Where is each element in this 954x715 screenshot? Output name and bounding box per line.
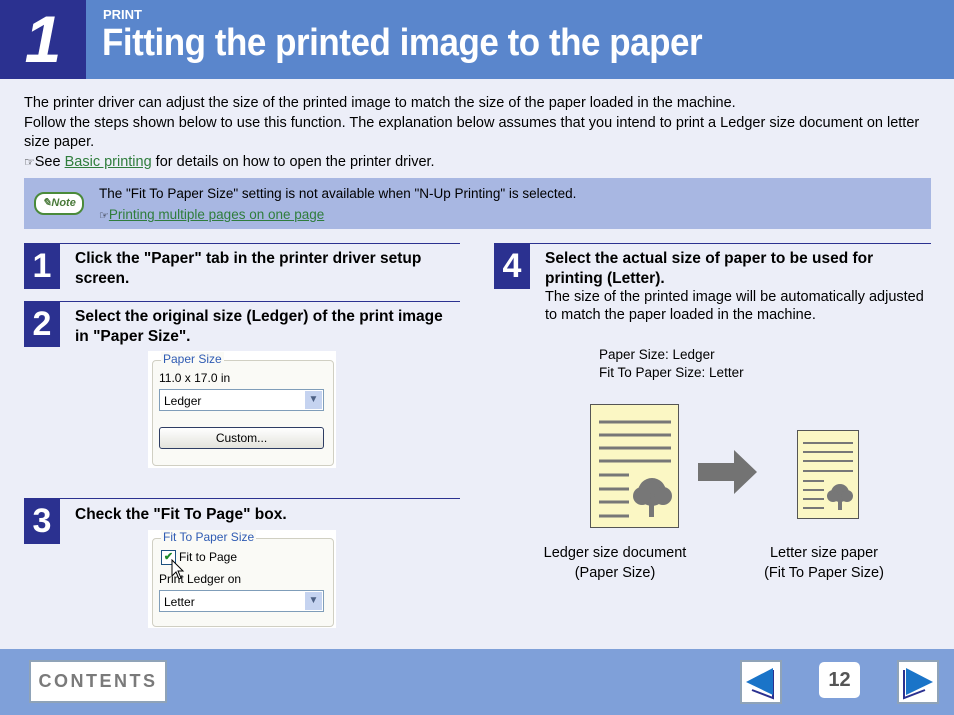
ledger-caption: Ledger size document (Paper Size) — [525, 544, 705, 583]
note-badge: ✎Note — [34, 192, 84, 215]
settings-summary: Paper Size: Ledger Fit To Paper Size: Le… — [599, 346, 744, 382]
intro-line-1: The printer driver can adjust the size o… — [24, 95, 736, 111]
step-3-text: Check the "Fit To Page" box. — [75, 506, 287, 523]
see-prefix: See — [34, 153, 65, 170]
footer-bar: CONTENTS 12 — [0, 649, 954, 715]
step-4-subtext: The size of the printed image will be au… — [545, 289, 924, 323]
previous-page-button[interactable] — [740, 660, 782, 704]
ledger-document-icon — [590, 404, 679, 528]
fit-to-paper-setting: Fit To Paper Size: Letter — [599, 365, 744, 380]
fit-to-paper-panel: Fit To Paper Size ✔ Fit to Page Print Le… — [148, 530, 336, 628]
step-divider — [24, 498, 460, 499]
reference-icon: ☞ — [99, 210, 109, 222]
left-arrow-icon — [746, 668, 774, 700]
page-title: Fitting the printed image to the paper — [102, 22, 703, 64]
step-divider — [24, 301, 460, 302]
letter-caption: Letter size paper (Fit To Paper Size) — [734, 544, 914, 583]
basic-printing-link[interactable]: Basic printing — [65, 154, 152, 170]
fit-to-paper-legend: Fit To Paper Size — [161, 530, 257, 544]
section-label: PRINT — [103, 7, 142, 22]
pencil-icon: ✎ — [42, 197, 52, 209]
page-number: 12 — [819, 662, 860, 698]
note-text: The "Fit To Paper Size" setting is not a… — [99, 183, 576, 227]
paper-size-select[interactable]: Ledger ▼ — [159, 389, 324, 411]
chevron-down-icon[interactable]: ▼ — [305, 391, 322, 409]
step-divider — [494, 243, 931, 244]
paper-size-value: Ledger — [164, 394, 202, 408]
paper-size-group: Paper Size 11.0 x 17.0 in Ledger ▼ Custom… — [152, 352, 334, 466]
step-2-text: Select the original size (Ledger) of the… — [75, 308, 443, 345]
chapter-number: 1 — [0, 0, 86, 79]
note-box: ✎Note The "Fit To Paper Size" setting is… — [24, 178, 931, 229]
chevron-down-icon[interactable]: ▼ — [305, 592, 322, 610]
letter-paper-icon — [797, 430, 859, 519]
next-page-button[interactable] — [897, 660, 939, 704]
step-divider — [24, 243, 460, 244]
print-on-select[interactable]: Letter ▼ — [159, 590, 324, 612]
print-on-value: Letter — [164, 595, 195, 609]
ledger-caption-line-1: Ledger size document — [543, 545, 687, 561]
paper-dimensions: 11.0 x 17.0 in — [159, 371, 231, 385]
letter-caption-line-2: (Fit To Paper Size) — [764, 564, 884, 581]
ledger-caption-line-2: (Paper Size) — [574, 564, 656, 581]
step-2-number: 2 — [24, 301, 60, 347]
letter-caption-line-1: Letter size paper — [769, 545, 878, 561]
paper-size-setting: Paper Size: Ledger — [599, 347, 715, 362]
see-reference: ☞See Basic printing for details on how t… — [24, 153, 934, 173]
paper-size-legend: Paper Size — [161, 352, 224, 366]
mouse-cursor-icon — [171, 559, 185, 580]
right-arrow-icon — [903, 668, 933, 700]
intro-text: The printer driver can adjust the size o… — [24, 94, 934, 172]
n-up-printing-link[interactable]: Printing multiple pages on one page — [109, 207, 324, 222]
right-arrow-icon — [698, 450, 757, 494]
step-4-number: 4 — [494, 243, 530, 289]
note-reference: ☞Printing multiple pages on one page — [99, 204, 576, 227]
step-3-number: 3 — [24, 498, 60, 544]
see-suffix: for details on how to open the printer d… — [151, 153, 435, 170]
reference-icon: ☞ — [24, 154, 35, 169]
fit-to-page-label: Fit to Page — [179, 550, 238, 564]
step-1-number: 1 — [24, 243, 60, 289]
paper-size-panel: Paper Size 11.0 x 17.0 in Ledger ▼ Custom… — [148, 351, 336, 468]
note-message: The "Fit To Paper Size" setting is not a… — [99, 186, 577, 201]
custom-button[interactable]: Custom... — [159, 427, 324, 449]
intro-line-2: Follow the steps shown below to use this… — [24, 114, 920, 151]
contents-button[interactable]: CONTENTS — [29, 660, 167, 703]
step-1-text: Click the "Paper" tab in the printer dri… — [75, 250, 422, 287]
page-header: 1 PRINT Fitting the printed image to the… — [0, 0, 954, 79]
fit-to-paper-group: Fit To Paper Size ✔ Fit to Page Print Le… — [152, 530, 334, 627]
step-4-text: Select the actual size of paper to be us… — [545, 250, 874, 287]
